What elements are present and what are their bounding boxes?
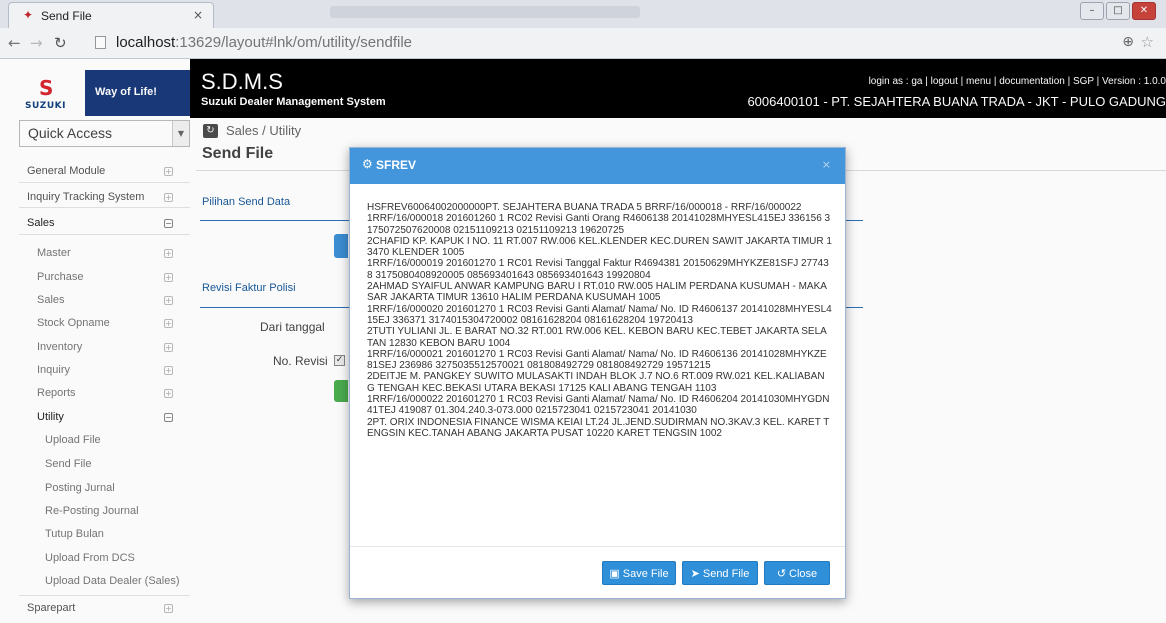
send-file-button[interactable]: ➤ Send File [682,561,758,585]
save-file-label: Save File [622,568,669,580]
send-icon: ➤ [690,568,700,580]
gear-icon: ⚙ [362,157,373,171]
divider [350,546,845,547]
close-icon[interactable]: × [822,158,831,171]
sfrev-dialog: ⚙ SFREV × HSFREV60064002000000PT. SEJAHT… [349,147,846,599]
close-button[interactable]: ↺ Close [764,561,830,585]
save-icon: ▣ [609,568,620,580]
undo-icon: ↺ [776,568,787,580]
file-content: HSFREV60064002000000PT. SEJAHTERA BUANA … [367,202,832,439]
dialog-header: ⚙ SFREV × [350,148,845,184]
save-file-button[interactable]: ▣ Save File [602,561,676,585]
send-file-label: Send File [702,568,750,580]
close-label: Close [789,568,818,580]
dialog-title: SFREV [376,158,417,172]
